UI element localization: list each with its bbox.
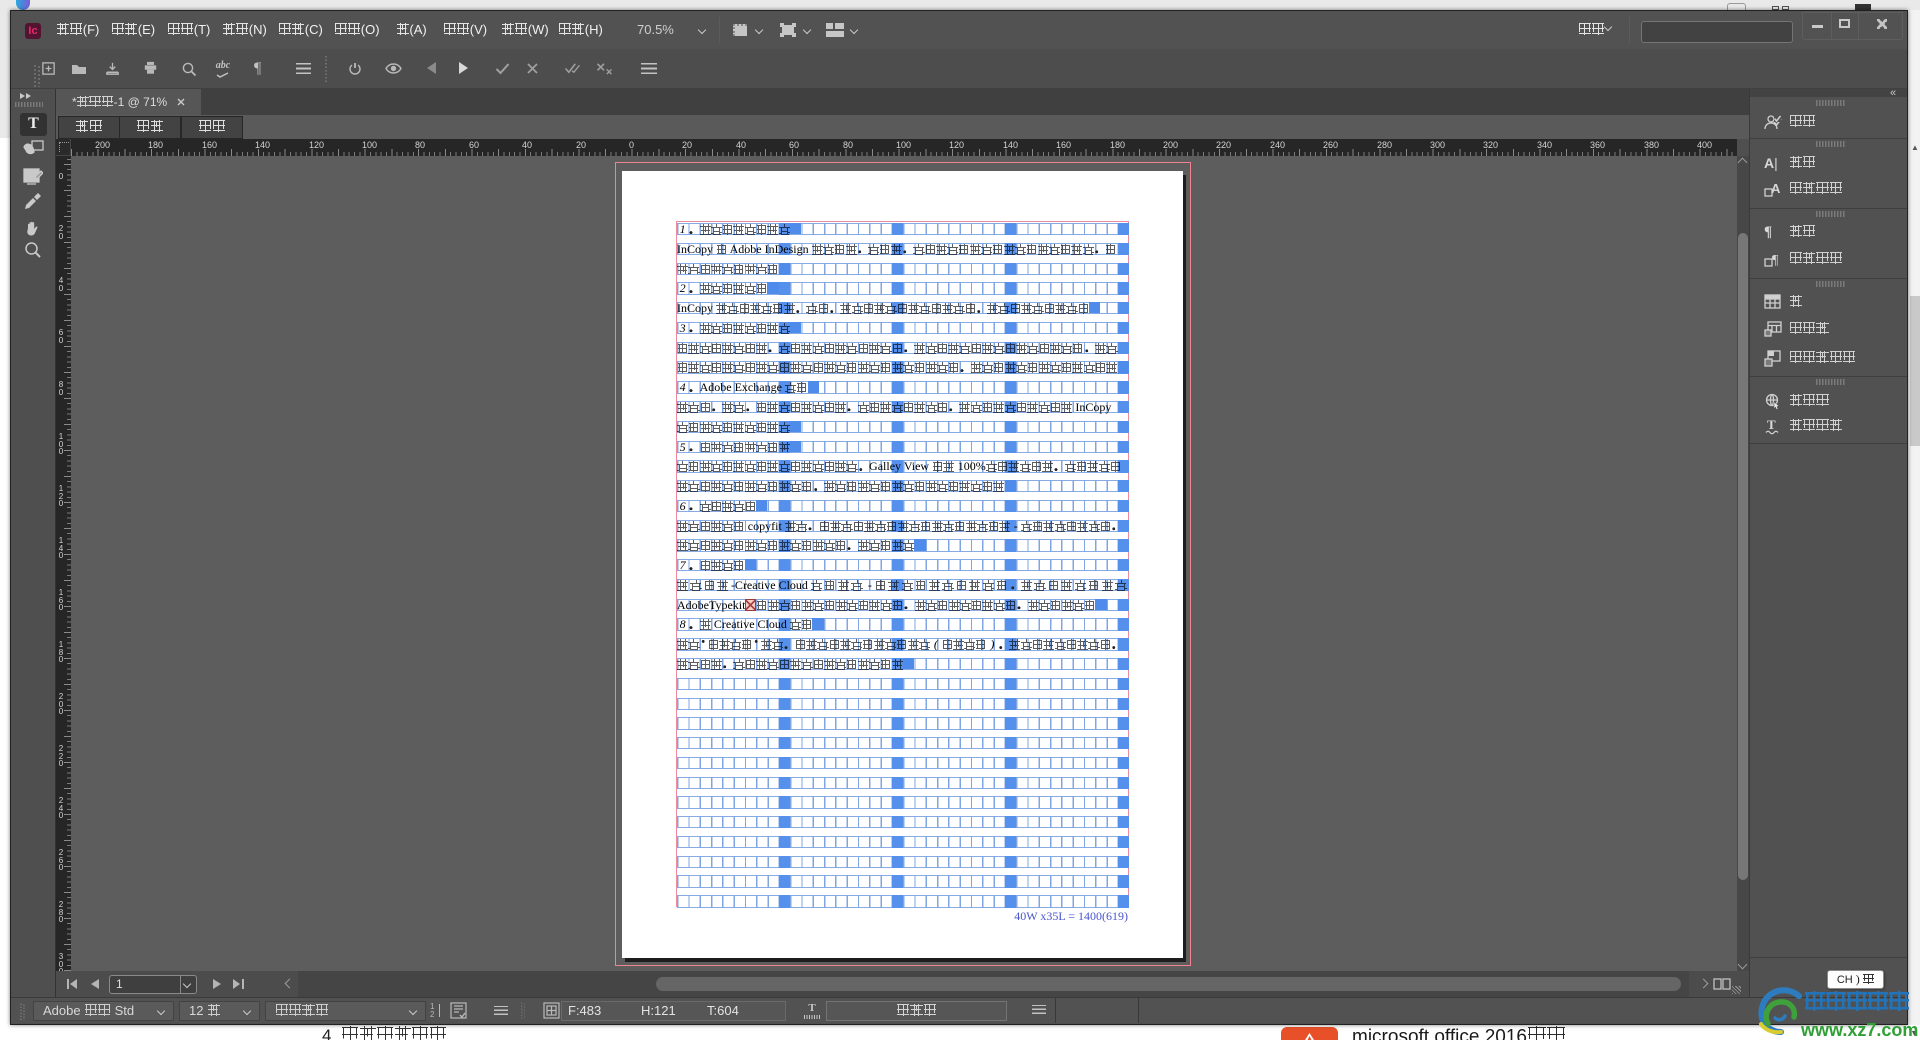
svg-text:¶: ¶ — [1772, 253, 1779, 268]
svg-text:T: T — [1767, 418, 1776, 432]
svg-text:A: A — [1771, 181, 1781, 196]
